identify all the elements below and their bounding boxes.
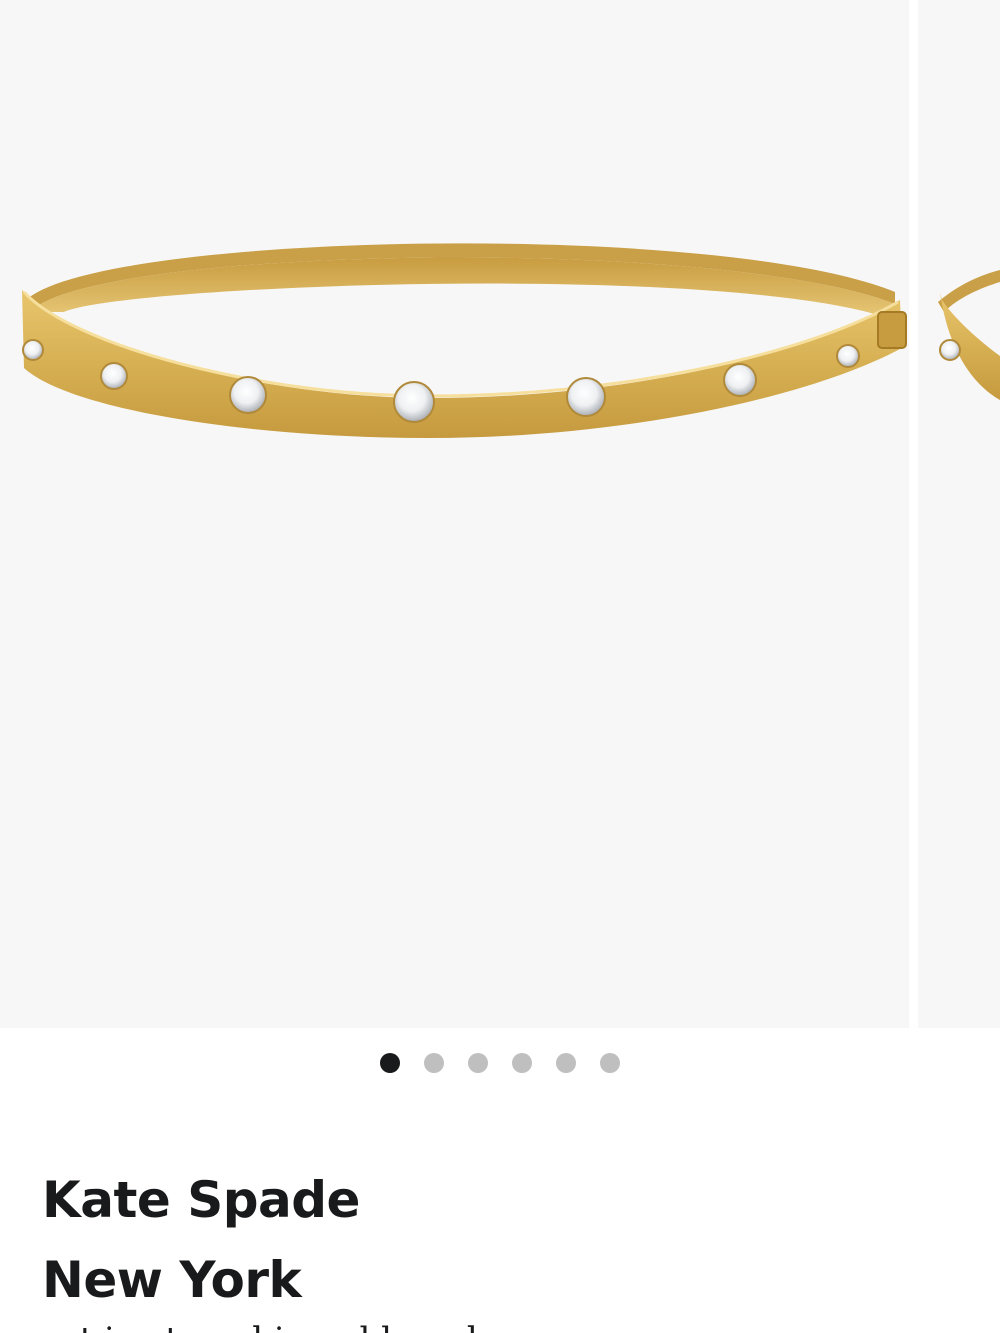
bangle-next-image — [938, 270, 1000, 400]
carousel-slide-current[interactable] — [0, 0, 909, 1028]
product-image-carousel[interactable] — [0, 0, 1000, 1028]
carousel-slide-next[interactable] — [918, 0, 1000, 1028]
product-page: Kate Spade New York set in stone hinged … — [0, 0, 1000, 1333]
carousel-dot-6[interactable] — [600, 1053, 620, 1073]
product-name: set in stone hinged bangle — [42, 1318, 498, 1333]
carousel-pagination — [0, 1052, 1000, 1074]
bangle-product-image — [22, 243, 907, 438]
carousel-dot-2[interactable] — [424, 1053, 444, 1073]
brand-line-2: New York — [42, 1251, 302, 1309]
brand-link[interactable]: Kate Spade New York — [42, 1160, 642, 1320]
carousel-dot-3[interactable] — [468, 1053, 488, 1073]
carousel-dot-5[interactable] — [556, 1053, 576, 1073]
carousel-dot-1[interactable] — [380, 1053, 400, 1073]
carousel-dot-4[interactable] — [512, 1053, 532, 1073]
brand-line-1: Kate Spade — [42, 1171, 360, 1229]
